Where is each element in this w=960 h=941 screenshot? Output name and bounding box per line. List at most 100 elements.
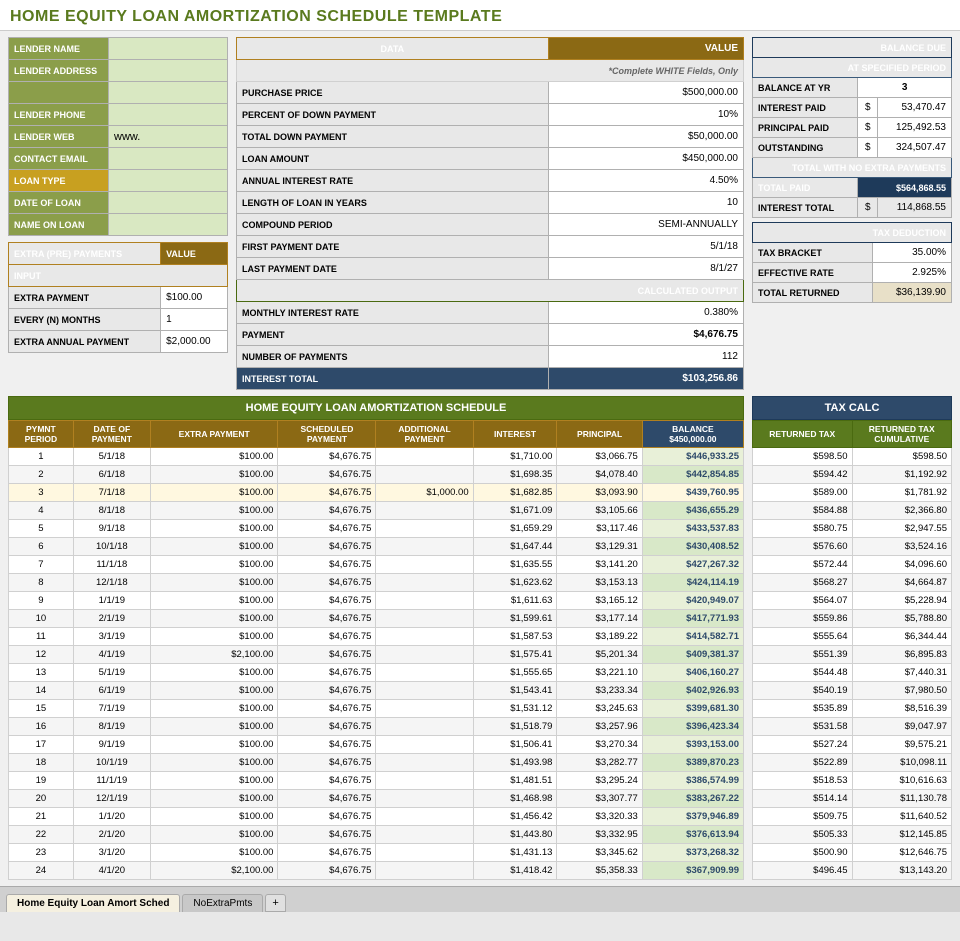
tab-no-extra-pmts[interactable]: NoExtraPmts <box>182 894 263 912</box>
date-of-loan-value[interactable] <box>109 192 228 214</box>
every-n-months-value[interactable]: 1 <box>161 309 228 331</box>
table-row: 91/1/19$100.00$4,676.75$1,611.63$3,165.1… <box>9 592 744 610</box>
effective-rate-row: EFFECTIVE RATE 2.925% <box>753 263 952 283</box>
table-row: 37/1/18$100.00$4,676.75$1,000.00$1,682.8… <box>9 484 744 502</box>
compound-period-label: COMPOUND PERIOD <box>237 214 549 236</box>
outstanding-label: OUTSTANDING <box>753 138 858 158</box>
tab-home-equity[interactable]: Home Equity Loan Amort Sched <box>6 894 180 912</box>
balance-at-yr-label: BALANCE AT YR <box>753 78 858 98</box>
total-interest-symbol: $ <box>858 198 878 218</box>
lender-address-row2 <box>9 82 228 104</box>
name-on-loan-label: NAME ON LOAN <box>9 214 109 236</box>
lender-phone-value[interactable] <box>109 104 228 126</box>
date-of-loan-label: DATE OF LOAN <box>9 192 109 214</box>
data-col-header: DATA <box>237 38 549 60</box>
data-note: *Complete WHITE Fields, Only <box>237 60 744 82</box>
data-table: DATA VALUE *Complete WHITE Fields, Only … <box>236 37 744 390</box>
table-row: $572.44$4,096.60 <box>753 556 952 574</box>
balance-at-yr-value[interactable]: 3 <box>858 78 952 98</box>
name-on-loan-value[interactable] <box>109 214 228 236</box>
tab-add-button[interactable]: + <box>265 894 285 912</box>
monthly-rate-label: MONTHLY INTEREST RATE <box>237 302 549 324</box>
date-of-loan-row: DATE OF LOAN <box>9 192 228 214</box>
loan-years-row: LENGTH OF LOAN IN YEARS 10 <box>237 192 744 214</box>
extra-payment-label: EXTRA PAYMENT <box>9 287 161 309</box>
table-row: $509.75$11,640.52 <box>753 808 952 826</box>
tax-calc-col-headers: RETURNED TAX RETURNED TAXCUMULATIVE <box>753 421 952 448</box>
purchase-price-value[interactable]: $500,000.00 <box>548 82 743 104</box>
calc-output-label: CALCULATED OUTPUT <box>237 280 744 302</box>
principal-paid-value: 125,492.53 <box>878 118 952 138</box>
total-down-label: TOTAL DOWN PAYMENT <box>237 126 549 148</box>
lender-web-value[interactable]: www. <box>109 126 228 148</box>
first-payment-value[interactable]: 5/1/18 <box>548 236 743 258</box>
value-col-header: VALUE <box>548 38 743 60</box>
lender-name-value[interactable] <box>109 38 228 60</box>
purchase-price-label: PURCHASE PRICE <box>237 82 549 104</box>
balance-at-yr-row: BALANCE AT YR 3 <box>753 78 952 98</box>
extra-annual-value[interactable]: $2,000.00 <box>161 331 228 353</box>
col-date-payment: DATE OFPAYMENT <box>73 421 150 448</box>
down-pct-label: PERCENT OF DOWN PAYMENT <box>237 104 549 126</box>
total-paid-row: TOTAL PAID $564,868.55 <box>753 178 952 198</box>
total-interest-value: 114,868.55 <box>878 198 952 218</box>
total-returned-value: $36,139.90 <box>872 283 951 303</box>
every-n-months-row: EVERY (N) MONTHS 1 <box>9 309 228 331</box>
app-container: HOME EQUITY LOAN AMORTIZATION SCHEDULE T… <box>0 0 960 912</box>
table-row: $594.42$1,192.92 <box>753 466 952 484</box>
principal-paid-label: PRINCIPAL PAID <box>753 118 858 138</box>
schedule-section: HOME EQUITY LOAN AMORTIZATION SCHEDULE T… <box>8 396 952 880</box>
table-row: 48/1/18$100.00$4,676.75$1,671.09$3,105.6… <box>9 502 744 520</box>
extra-payments-table: EXTRA (PRE) PAYMENTS VALUE INPUT EXTRA P… <box>8 242 228 353</box>
lender-address-value2[interactable] <box>109 82 228 104</box>
tax-header-label: TAX DEDUCTION <box>753 223 952 243</box>
extra-header-label: EXTRA (PRE) PAYMENTS <box>9 243 161 265</box>
lender-address-value[interactable] <box>109 60 228 82</box>
table-row: 233/1/20$100.00$4,676.75$1,431.13$3,345.… <box>9 844 744 862</box>
total-header-label: TOTAL WITH NO EXTRA PAYMENTS <box>753 158 952 178</box>
down-pct-row: PERCENT OF DOWN PAYMENT 10% <box>237 104 744 126</box>
total-down-row: TOTAL DOWN PAYMENT $50,000.00 <box>237 126 744 148</box>
table-row: $584.88$2,366.80 <box>753 502 952 520</box>
every-n-months-label: EVERY (N) MONTHS <box>9 309 161 331</box>
extra-payment-value[interactable]: $100.00 <box>161 287 228 309</box>
tax-bracket-value[interactable]: 35.00% <box>872 243 951 263</box>
interest-paid-value: 53,470.47 <box>878 98 952 118</box>
schedule-title: HOME EQUITY LOAN AMORTIZATION SCHEDULE <box>8 396 744 420</box>
top-section: LENDER NAME LENDER ADDRESS LENDER PHONE <box>8 37 952 390</box>
table-row: $568.27$4,664.87 <box>753 574 952 592</box>
col-extra-payment: EXTRA PAYMENT <box>150 421 278 448</box>
annual-rate-value[interactable]: 4.50% <box>548 170 743 192</box>
right-column: BALANCE DUE AT SPECIFIED PERIOD BALANCE … <box>752 37 952 390</box>
col-principal: PRINCIPAL <box>557 421 642 448</box>
lender-address-label: LENDER ADDRESS <box>9 60 109 82</box>
outstanding-row: OUTSTANDING $ 324,507.47 <box>753 138 952 158</box>
interest-total-value: $103,256.86 <box>548 368 743 390</box>
total-interest-label: INTEREST TOTAL <box>753 198 858 218</box>
lender-phone-row: LENDER PHONE <box>9 104 228 126</box>
annual-rate-row: ANNUAL INTEREST RATE 4.50% <box>237 170 744 192</box>
lender-web-label: LENDER WEB <box>9 126 109 148</box>
table-row: 610/1/18$100.00$4,676.75$1,647.44$3,129.… <box>9 538 744 556</box>
down-pct-value[interactable]: 10% <box>548 104 743 126</box>
extra-input-label: INPUT <box>9 265 228 287</box>
lender-name-row: LENDER NAME <box>9 38 228 60</box>
loan-years-value[interactable]: 10 <box>548 192 743 214</box>
table-row: 1810/1/19$100.00$4,676.75$1,493.98$3,282… <box>9 754 744 772</box>
purchase-price-row: PURCHASE PRICE $500,000.00 <box>237 82 744 104</box>
tax-bracket-label: TAX BRACKET <box>753 243 873 263</box>
contact-email-value[interactable] <box>109 148 228 170</box>
num-payments-row: NUMBER OF PAYMENTS 112 <box>237 346 744 368</box>
contact-email-row: CONTACT EMAIL <box>9 148 228 170</box>
main-content: LENDER NAME LENDER ADDRESS LENDER PHONE <box>0 31 960 886</box>
table-row: $551.39$6,895.83 <box>753 646 952 664</box>
total-interest-row: INTEREST TOTAL $ 114,868.55 <box>753 198 952 218</box>
loan-amount-value: $450,000.00 <box>548 148 743 170</box>
extra-sub-header: INPUT <box>9 265 228 287</box>
loan-type-value[interactable] <box>109 170 228 192</box>
balance-header-label: BALANCE DUE <box>753 38 952 58</box>
extra-annual-label: EXTRA ANNUAL PAYMENT <box>9 331 161 353</box>
compound-period-value[interactable]: SEMI-ANNUALLY <box>548 214 743 236</box>
table-row: 1911/1/19$100.00$4,676.75$1,481.51$3,295… <box>9 772 744 790</box>
table-row: 135/1/19$100.00$4,676.75$1,555.65$3,221.… <box>9 664 744 682</box>
